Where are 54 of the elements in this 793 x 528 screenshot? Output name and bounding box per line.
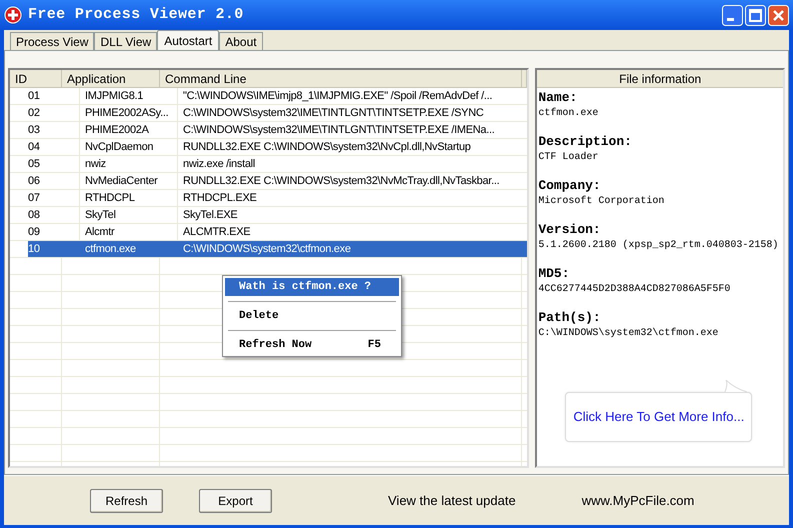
- button[interactable]: Refresh: [90, 488, 163, 512]
- tab[interactable]: Autostart: [157, 30, 220, 50]
- field-value: 5.1.2600.2180 (xpsp_sp2_rtm.040803-2158): [538, 239, 780, 252]
- table-cell: 08: [28, 207, 80, 223]
- table-cell: 07: [28, 190, 80, 206]
- button[interactable]: Export: [199, 488, 272, 512]
- table-cell: ctfmon.exe: [80, 241, 178, 257]
- table-cell: C:\WINDOWS\system32\ctfmon.exe: [178, 241, 528, 257]
- table-cell: Alcmtr: [80, 224, 178, 240]
- menu-item[interactable]: Wath is ctfmon.exe ?: [225, 278, 399, 296]
- column-header[interactable]: Command Line: [160, 70, 522, 87]
- panel-header: File information: [537, 70, 783, 88]
- table-cell: 05: [28, 156, 80, 172]
- table-cell: IMJPMIG8.1: [80, 88, 178, 104]
- table-cell: PHIME2002ASy...: [80, 105, 178, 121]
- field-value: ctfmon.exe: [538, 107, 600, 120]
- tab[interactable]: DLL View: [94, 32, 158, 50]
- field-label: Path(s):: [538, 310, 602, 325]
- update-link[interactable]: View the latest update: [388, 490, 516, 510]
- field-value: C:\WINDOWS\system32\ctfmon.exe: [538, 327, 720, 340]
- table-cell: 03: [28, 122, 80, 138]
- menu-item[interactable]: Delete: [225, 307, 399, 325]
- app-icon: [4, 6, 22, 24]
- field-label: Company:: [538, 178, 602, 193]
- maximize-button[interactable]: [745, 4, 766, 26]
- column-header[interactable]: ID: [10, 70, 62, 87]
- table-cell: 01: [28, 88, 80, 104]
- table-cell: 10: [28, 241, 80, 257]
- info-link[interactable]: Click Here To Get More Info...: [573, 407, 744, 427]
- table-cell: 06: [28, 173, 80, 189]
- table-cell: SkyTel: [80, 207, 178, 223]
- minimize-button[interactable]: [722, 4, 743, 26]
- table-cell: 09: [28, 224, 80, 240]
- window-title: Free Process Viewer 2.0: [28, 4, 244, 25]
- tab[interactable]: About: [219, 32, 263, 50]
- table-cell: nwiz: [80, 156, 178, 172]
- table-cell: NvCplDaemon: [80, 139, 178, 155]
- close-button[interactable]: [768, 4, 789, 26]
- field-value: CTF Loader: [538, 151, 600, 164]
- column-header[interactable]: Application: [62, 70, 160, 87]
- table-cell: NvMediaCenter: [80, 173, 178, 189]
- menu-item[interactable]: Refresh Now F5: [225, 336, 399, 354]
- tab[interactable]: Process View: [10, 32, 94, 50]
- field-label: MD5:: [538, 266, 571, 281]
- field-label: Name:: [538, 90, 578, 105]
- field-label: Version:: [538, 222, 602, 237]
- field-value: 4CC6277445D2D388A4CD827086A5F5F0: [538, 283, 732, 296]
- website-link[interactable]: www.MyPcFile.com: [582, 490, 694, 510]
- table-cell: RTHDCPL: [80, 190, 178, 206]
- field-label: Description:: [538, 134, 633, 149]
- table-cell: 04: [28, 139, 80, 155]
- table-cell: 02: [28, 105, 80, 121]
- table-cell: PHIME2002A: [80, 122, 178, 138]
- field-value: Microsoft Corporation: [538, 195, 666, 208]
